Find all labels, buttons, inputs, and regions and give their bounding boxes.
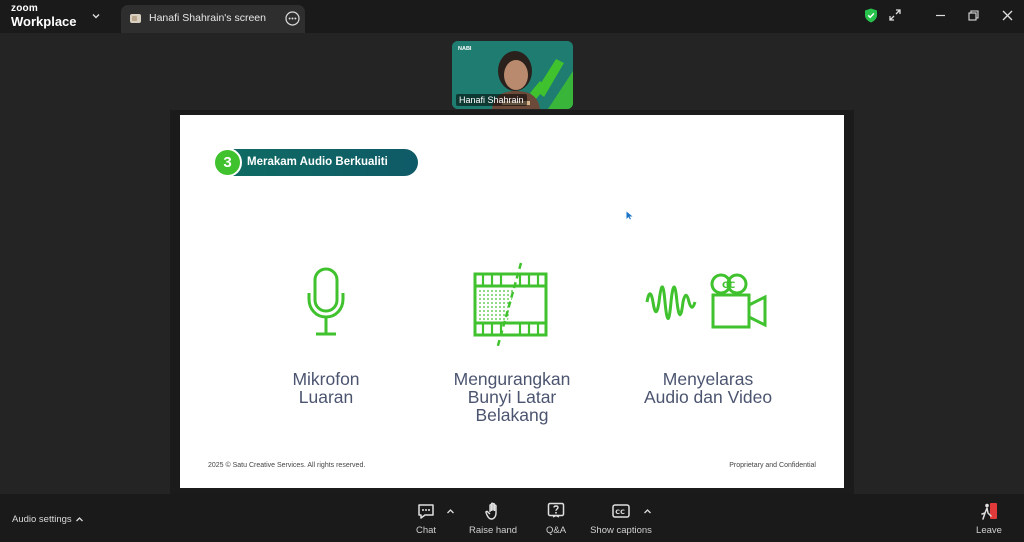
- closed-captions-icon: CC: [612, 504, 630, 518]
- mouse-cursor-icon: [626, 211, 633, 220]
- section-heading-pill: 3 Merakam Audio Berkualiti: [213, 148, 418, 177]
- feature-line: Mikrofon: [292, 369, 360, 389]
- video-logo-text: NABI: [458, 46, 472, 52]
- qa-label: Q&A: [545, 525, 567, 536]
- chevron-up-icon[interactable]: [446, 507, 455, 516]
- restore-icon[interactable]: [967, 9, 980, 22]
- zoom-workplace-logo: zoom Workplace: [11, 3, 77, 29]
- leave-button[interactable]: Leave: [972, 501, 1006, 536]
- sound-camera-icon: CC: [645, 273, 767, 329]
- chevron-up-icon[interactable]: [75, 515, 84, 524]
- feature-line: Mengurangkan: [453, 369, 571, 389]
- section-title: Merakam Audio Berkualiti: [247, 156, 388, 168]
- feature-line: Belakang: [475, 405, 549, 425]
- security-shield-icon[interactable]: [864, 8, 878, 23]
- shared-slide: 3 Merakam Audio Berkualiti CC Mikrofon L…: [180, 115, 844, 488]
- svg-text:CC: CC: [615, 508, 625, 516]
- slide-footer-copyright: 2025 © Satu Creative Services. All right…: [208, 462, 366, 469]
- tab-title: Hanafi Shahrain's screen: [149, 12, 266, 24]
- raise-hand-button[interactable]: Raise hand: [466, 501, 520, 536]
- chat-button[interactable]: Chat: [408, 501, 444, 536]
- chat-label: Chat: [415, 525, 437, 536]
- meeting-toolbar: Audio settings Chat Raise hand Q&A CC Sh…: [0, 494, 1024, 542]
- raise-hand-icon: [485, 502, 497, 520]
- svg-text:CC: CC: [722, 281, 736, 291]
- close-icon[interactable]: [1001, 9, 1014, 22]
- brand-zoom-text: zoom: [11, 3, 38, 14]
- feature-label-menyelaras: Menyelaras Audio dan Video: [618, 370, 798, 406]
- raise-hand-label: Raise hand: [468, 525, 518, 536]
- chat-icon: [418, 504, 434, 519]
- feature-label-mengurangkan: Mengurangkan Bunyi Latar Belakang: [430, 370, 594, 424]
- leave-icon: [981, 503, 997, 520]
- section-number-badge: 3: [213, 148, 242, 177]
- chevron-up-icon[interactable]: [643, 507, 652, 516]
- title-bar: zoom Workplace Hanafi Shahrain's screen: [0, 0, 1024, 33]
- leave-label: Leave: [976, 525, 1002, 536]
- feature-line: Audio dan Video: [643, 387, 773, 407]
- show-captions-label: Show captions: [590, 525, 652, 536]
- feature-line: Bunyi Latar: [467, 387, 557, 407]
- more-options-icon[interactable]: [285, 11, 300, 26]
- feature-line: Luaran: [298, 387, 354, 407]
- feature-line: Menyelaras: [662, 369, 754, 389]
- participant-name: Hanafi Shahrain: [456, 94, 527, 106]
- share-screen-icon: [130, 14, 141, 23]
- tab-shared-screen[interactable]: Hanafi Shahrain's screen: [121, 5, 305, 33]
- participant-video[interactable]: NABI Hanafi Shahrain: [452, 41, 573, 109]
- qa-button[interactable]: Q&A: [538, 501, 574, 536]
- microphone-icon: [307, 267, 345, 336]
- slide-footer-confidential: Proprietary and Confidential: [729, 462, 816, 469]
- chevron-down-icon[interactable]: [90, 10, 102, 22]
- film-noise-icon: [473, 262, 548, 350]
- feature-label-mikrofon: Mikrofon Luaran: [246, 370, 406, 406]
- audio-settings-button[interactable]: Audio settings: [12, 514, 72, 525]
- question-answer-icon: [547, 502, 565, 518]
- minimize-icon[interactable]: [934, 9, 947, 22]
- brand-workplace-text: Workplace: [11, 14, 77, 29]
- expand-icon[interactable]: [888, 8, 902, 22]
